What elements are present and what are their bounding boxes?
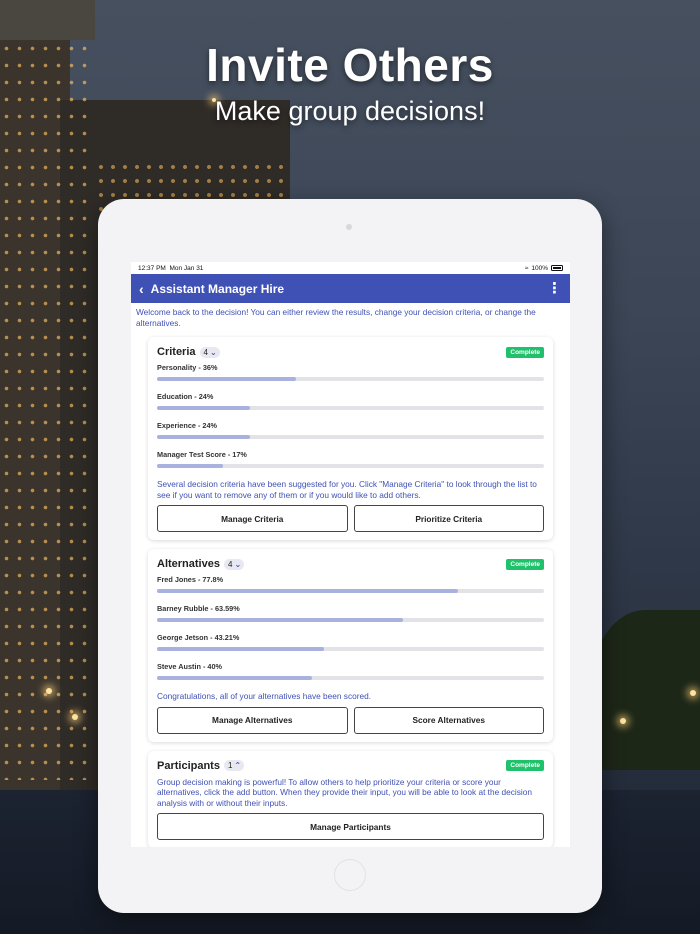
manage-alternatives-button[interactable]: Manage Alternatives	[157, 706, 348, 734]
alternative-item-label: George Jetson - 43.21%	[157, 633, 240, 642]
promo-subtitle: Make group decisions!	[214, 96, 486, 126]
participants-title: Participants	[157, 759, 220, 772]
status-badge: Complete	[506, 760, 544, 771]
promo-title: Invite Others	[206, 39, 494, 91]
criteria-item: Personality - 36%	[157, 363, 544, 389]
criteria-item-label: Experience - 24%	[157, 421, 218, 430]
building-top	[0, 0, 95, 40]
score-alternatives-button[interactable]: Score Alternatives	[353, 706, 544, 734]
criteria-item: Experience - 24%	[157, 421, 544, 447]
app-screen: 12:37 PM Mon Jan 31 ≈ 100% ‹ Assistant M…	[131, 262, 570, 847]
prioritize-criteria-button[interactable]: Prioritize Criteria	[353, 505, 544, 532]
alternative-item: Fred Jones - 77.8%	[157, 575, 544, 601]
chevron-down-icon: ⌄	[234, 559, 242, 569]
participants-count-toggle[interactable]: 1 ⌃	[223, 760, 245, 771]
alternative-item-label: Fred Jones - 77.8%	[157, 575, 224, 584]
alternatives-count: 4	[227, 559, 233, 569]
progress-fill	[157, 676, 312, 680]
alternative-item: Barney Rubble - 63.59%	[157, 604, 544, 630]
criteria-item-label: Manager Test Score - 17%	[157, 450, 247, 459]
criteria-title: Criteria	[157, 346, 196, 358]
status-date: Mon Jan 31	[169, 264, 204, 272]
more-vertical-icon[interactable]: ⋮	[547, 281, 562, 296]
alternative-item: George Jetson - 43.21%	[157, 633, 544, 659]
tablet-frame: 12:37 PM Mon Jan 31 ≈ 100% ‹ Assistant M…	[98, 199, 602, 913]
progress-track	[157, 676, 544, 680]
progress-fill	[157, 589, 459, 593]
progress-track	[157, 618, 544, 622]
status-time: 12:37 PM	[138, 264, 166, 272]
progress-track	[157, 589, 544, 593]
wifi-icon: ≈	[524, 264, 529, 272]
manage-participants-button[interactable]: Manage Participants	[157, 813, 544, 840]
criteria-note: Several decision criteria have been sugg…	[157, 479, 537, 500]
criteria-item: Manager Test Score - 17%	[157, 450, 544, 476]
alternatives-card: Alternatives 4 ⌄ Complete Fred Jones - 7…	[148, 549, 553, 742]
chevron-left-icon[interactable]: ‹	[139, 282, 144, 296]
participants-card: Participants 1 ⌃ Complete Group decision…	[148, 750, 553, 847]
participants-count: 1	[227, 761, 233, 770]
status-badge: Complete	[506, 346, 544, 358]
progress-track	[157, 406, 544, 410]
trees	[590, 610, 700, 770]
street-light	[690, 690, 696, 696]
app-bar: ‹ Assistant Manager Hire ⋮	[131, 274, 570, 303]
criteria-item-label: Personality - 36%	[157, 363, 218, 372]
chevron-down-icon: ⌄	[209, 347, 217, 357]
alternatives-title: Alternatives	[157, 558, 220, 570]
alternatives-note: Congratulations, all of your alternative…	[157, 691, 372, 701]
progress-fill	[157, 377, 297, 381]
status-bar: 12:37 PM Mon Jan 31 ≈ 100%	[131, 262, 570, 274]
criteria-count-toggle[interactable]: 4 ⌄	[199, 346, 220, 358]
participants-note: Group decision making is powerful! To al…	[157, 776, 532, 808]
promo-heading: Invite Others Make group decisions!	[0, 38, 700, 127]
alternatives-count-toggle[interactable]: 4 ⌄	[223, 558, 245, 570]
progress-track	[157, 464, 544, 468]
welcome-text: Welcome back to the decision! You can ei…	[136, 307, 536, 328]
alternative-item: Steve Austin - 40%	[157, 662, 544, 688]
alternative-item-label: Steve Austin - 40%	[157, 662, 223, 671]
chevron-up-icon: ⌃	[234, 761, 242, 770]
progress-track	[157, 647, 544, 651]
main-content: Welcome back to the decision! You can ei…	[131, 303, 570, 847]
progress-track	[157, 377, 544, 381]
criteria-item-label: Education - 24%	[157, 392, 214, 401]
progress-fill	[157, 464, 223, 468]
battery-icon	[551, 265, 563, 271]
manage-criteria-button[interactable]: Manage Criteria	[157, 505, 348, 532]
status-badge: Complete	[506, 558, 544, 570]
progress-track	[157, 435, 544, 439]
progress-fill	[157, 618, 404, 622]
progress-fill	[157, 647, 325, 651]
street-light	[620, 718, 626, 724]
battery-percent: 100%	[531, 264, 548, 272]
criteria-count: 4	[203, 347, 208, 357]
street-light	[72, 714, 78, 720]
street-light	[46, 688, 52, 694]
app-bar-title: Assistant Manager Hire	[150, 281, 285, 296]
criteria-card: Criteria 4 ⌄ Complete Personality - 36% …	[148, 337, 553, 540]
progress-fill	[157, 406, 250, 410]
criteria-item: Education - 24%	[157, 392, 544, 418]
alternative-item-label: Barney Rubble - 63.59%	[157, 604, 240, 613]
progress-fill	[157, 435, 250, 439]
home-button[interactable]	[334, 859, 366, 891]
building-windows	[0, 40, 95, 780]
camera-icon	[346, 224, 352, 230]
